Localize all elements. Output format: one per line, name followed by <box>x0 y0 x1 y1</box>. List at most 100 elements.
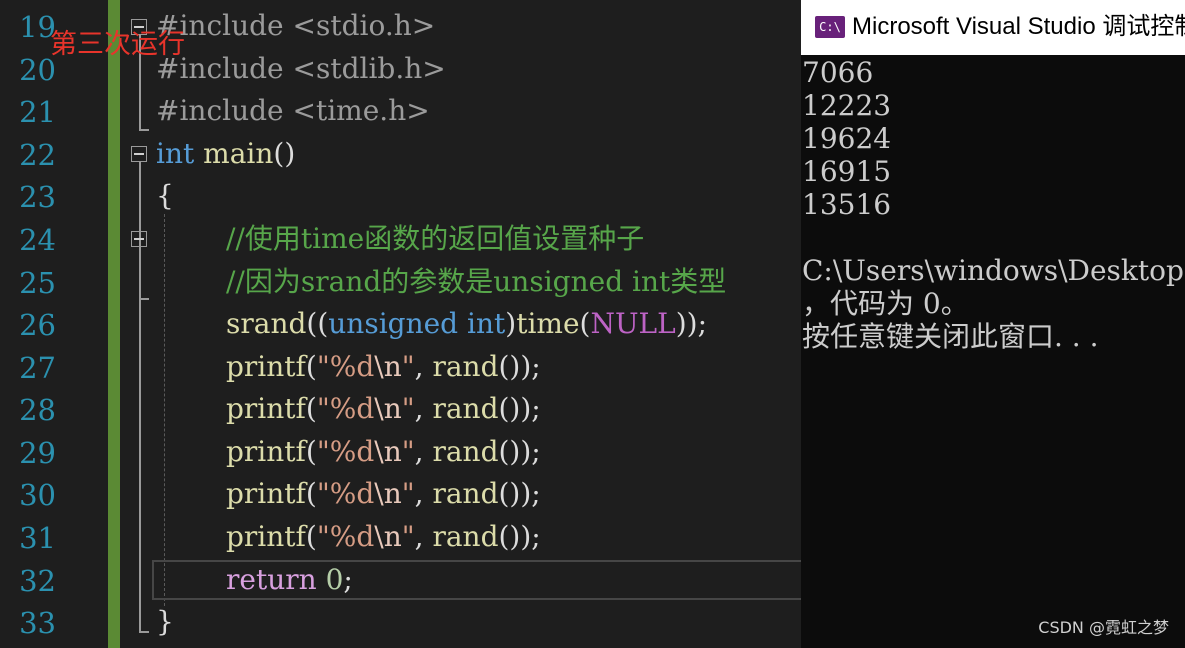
code-token: time <box>516 307 580 340</box>
code-editor[interactable]: 19 20 21 22 23 24 25 26 27 28 29 30 31 3… <box>0 0 801 648</box>
code-line: //因为srand的参数是unsigned int类型 <box>226 261 726 303</box>
code-line: printf("%d\n", rand()); <box>226 431 541 473</box>
code-token: , <box>414 477 433 510</box>
collapse-function-icon[interactable] <box>131 146 147 162</box>
code-token: return <box>226 563 317 596</box>
debug-console-window[interactable]: C:\ Microsoft Visual Studio 调试控制台 7066 1… <box>801 0 1185 648</box>
console-app-icon: C:\ <box>815 16 845 38</box>
code-token: "%d <box>316 392 375 425</box>
code-token: int <box>156 137 195 170</box>
line-number: 19 <box>19 10 56 44</box>
code-token: )); <box>675 307 708 340</box>
code-token: //使用time函数的返回值设置种子 <box>226 222 645 255</box>
fold-line-end <box>139 631 149 633</box>
code-token: #include <stdlib.h> <box>156 52 446 85</box>
console-titlebar[interactable]: C:\ Microsoft Visual Studio 调试控制台 <box>801 0 1185 55</box>
fold-line-end <box>139 298 149 300</box>
code-token: ( <box>579 307 591 340</box>
code-token: "%d <box>316 520 375 553</box>
code-token: rand <box>432 350 499 383</box>
console-output-line: 12223 <box>802 89 892 122</box>
change-indicator-bar <box>108 0 120 648</box>
line-number: 26 <box>19 308 56 342</box>
code-token: , <box>414 520 433 553</box>
code-token: \n <box>374 392 402 425</box>
code-line: { <box>156 175 174 217</box>
console-output-line: ，代码为 0。 <box>802 287 969 320</box>
code-token: ()); <box>498 520 541 553</box>
console-output-line: 19624 <box>802 122 892 155</box>
code-line: printf("%d\n", rand()); <box>226 346 541 388</box>
code-token: ( <box>305 477 317 510</box>
line-number: 24 <box>19 223 56 257</box>
code-token: //因为srand的参数是unsigned int类型 <box>226 265 727 298</box>
code-line: #include <time.h> <box>156 90 430 132</box>
code-token: main <box>203 137 274 170</box>
console-title: Microsoft Visual Studio 调试控制台 <box>852 13 1185 40</box>
code-token: printf <box>226 435 306 468</box>
code-line: #include <stdlib.h> <box>156 48 446 90</box>
code-token: \n <box>374 477 402 510</box>
code-token: rand <box>432 520 499 553</box>
code-token: " <box>401 392 415 425</box>
line-number: 25 <box>19 266 56 300</box>
code-line: #include <stdio.h> <box>156 5 435 47</box>
code-line: int main() <box>156 133 295 175</box>
code-token: rand <box>432 435 499 468</box>
code-line: return 0; <box>226 559 353 601</box>
line-number: 32 <box>19 564 56 598</box>
code-token: , <box>414 350 433 383</box>
code-token: printf <box>226 477 306 510</box>
code-line: printf("%d\n", rand()); <box>226 516 541 558</box>
line-number: 28 <box>19 393 56 427</box>
console-output-line: C:\Users\windows\Desktop <box>802 254 1184 287</box>
code-token: printf <box>226 350 306 383</box>
console-output-line: 7066 <box>802 56 874 89</box>
line-number: 21 <box>19 95 56 129</box>
line-number: 29 <box>19 436 56 470</box>
code-line: srand((unsigned int)time(NULL)); <box>226 303 707 345</box>
code-token: ()); <box>498 435 541 468</box>
code-token: \n <box>374 350 402 383</box>
code-line: } <box>156 601 174 643</box>
collapse-comment-icon[interactable] <box>131 231 147 247</box>
code-token: ; <box>343 563 353 596</box>
code-token: } <box>156 605 174 638</box>
line-number: 22 <box>19 138 56 172</box>
code-token: ( <box>305 392 317 425</box>
code-token: rand <box>432 477 499 510</box>
code-token: "%d <box>316 350 375 383</box>
code-token: #include <stdio.h> <box>156 9 436 42</box>
code-token: \n <box>374 435 402 468</box>
line-number: 31 <box>19 521 56 555</box>
code-token: NULL <box>590 307 676 340</box>
code-token: ) <box>505 307 517 340</box>
code-token: srand <box>226 307 307 340</box>
line-number: 33 <box>19 606 56 640</box>
code-token: 0 <box>325 563 344 596</box>
code-token: printf <box>226 520 306 553</box>
code-token: "%d <box>316 435 375 468</box>
run-annotation: 第三次运行 <box>50 29 185 60</box>
code-token: , <box>414 435 433 468</box>
code-token: ( <box>305 435 317 468</box>
line-number: 30 <box>19 478 56 512</box>
console-output-line: 按任意键关闭此窗口. . . <box>802 320 1099 353</box>
code-token: ()); <box>498 392 541 425</box>
code-token: printf <box>226 392 306 425</box>
code-token: rand <box>432 392 499 425</box>
code-token: ( <box>305 520 317 553</box>
line-number-gutter: 19 20 21 22 23 24 25 26 27 28 29 30 31 3… <box>0 0 108 648</box>
line-number: 27 <box>19 351 56 385</box>
code-token: " <box>401 435 415 468</box>
code-line: printf("%d\n", rand()); <box>226 388 541 430</box>
code-line: printf("%d\n", rand()); <box>226 473 541 515</box>
line-number: 23 <box>19 180 56 214</box>
code-token: #include <time.h> <box>156 94 430 127</box>
code-token: unsigned int <box>328 307 506 340</box>
code-token: " <box>401 350 415 383</box>
console-output-line: 16915 <box>802 155 892 188</box>
fold-line-end <box>139 129 149 131</box>
code-token: ()); <box>498 350 541 383</box>
